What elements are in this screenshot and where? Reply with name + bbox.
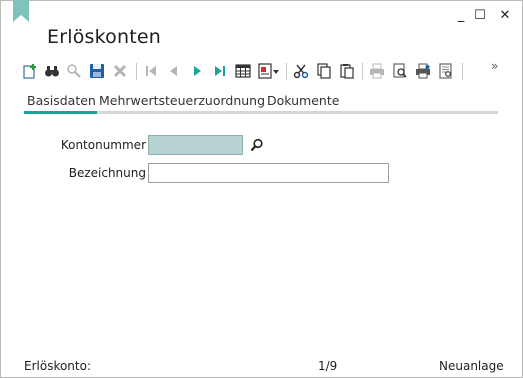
- print-settings-icon[interactable]: [414, 62, 432, 80]
- search-icon: [250, 138, 263, 152]
- toolbar-separator: [136, 63, 137, 80]
- save-icon[interactable]: [88, 62, 106, 80]
- page-title: Erlöskonten: [47, 26, 161, 48]
- status-record-label: Erlöskonto:: [24, 359, 92, 373]
- minimize-button[interactable]: _: [453, 8, 469, 24]
- print-preview-icon[interactable]: [391, 62, 409, 80]
- bezeichnung-input[interactable]: [148, 163, 389, 183]
- delete-icon[interactable]: [111, 62, 129, 80]
- status-mode: Neuanlage: [439, 359, 504, 373]
- tab-dokumente[interactable]: Dokumente: [267, 93, 339, 108]
- kontonummer-label: Kontonummer: [60, 138, 146, 152]
- report-dropdown-icon[interactable]: [257, 62, 281, 80]
- cut-icon[interactable]: [292, 62, 310, 80]
- previous-record-icon[interactable]: [165, 62, 183, 80]
- tab-mehrwertsteuerzuordnung[interactable]: Mehrwertsteuerzuordnung: [99, 93, 265, 108]
- table-view-icon[interactable]: [234, 62, 252, 80]
- status-page-indicator: 1/9: [318, 359, 338, 373]
- maximize-button[interactable]: ☐: [472, 8, 488, 24]
- bezeichnung-label: Bezeichnung: [68, 166, 146, 180]
- toolbar-separator: [462, 63, 463, 80]
- last-record-icon[interactable]: [211, 62, 229, 80]
- tab-basisdaten[interactable]: Basisdaten: [27, 93, 96, 108]
- kontonummer-lookup-button[interactable]: [246, 135, 268, 155]
- toolbar-separator: [362, 63, 363, 80]
- search-icon[interactable]: [65, 62, 83, 80]
- copy-icon[interactable]: [315, 62, 333, 80]
- toolbar-overflow-button[interactable]: »: [491, 59, 498, 73]
- first-record-icon[interactable]: [142, 62, 160, 80]
- print-icon[interactable]: [368, 62, 386, 80]
- bookmark-icon[interactable]: [13, 0, 29, 22]
- active-tab-indicator: [24, 111, 97, 114]
- binoculars-icon[interactable]: [43, 62, 61, 80]
- next-record-icon[interactable]: [188, 62, 206, 80]
- new-record-icon[interactable]: [21, 62, 39, 80]
- toolbar-separator: [286, 63, 287, 80]
- close-button[interactable]: ✕: [497, 8, 513, 24]
- window-frame: [0, 0, 523, 378]
- document-preview-icon[interactable]: [437, 62, 455, 80]
- paste-icon[interactable]: [338, 62, 356, 80]
- kontonummer-input[interactable]: [148, 135, 243, 155]
